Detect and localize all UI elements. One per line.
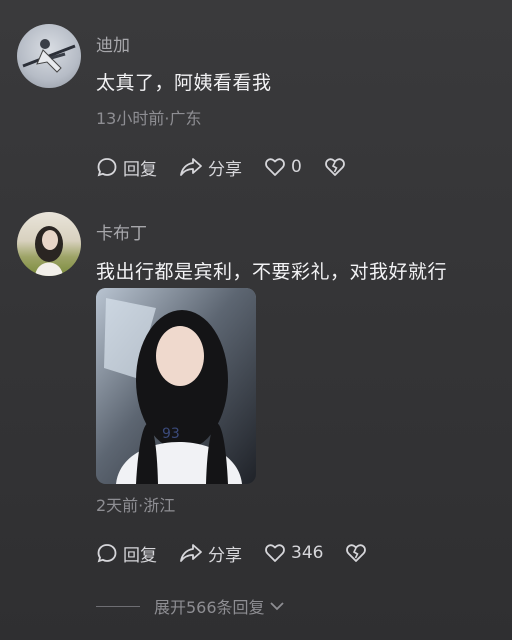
share-label: 分享 [208, 545, 242, 566]
share-button[interactable]: 分享 [179, 155, 242, 180]
comment-actions: 回复 分享 0 [96, 153, 373, 181]
reply-bubble-icon [97, 158, 117, 177]
like-button[interactable]: 346 [264, 542, 323, 564]
reply-label: 回复 [123, 545, 157, 566]
expand-replies-label: 展开566条回复 [154, 598, 265, 617]
comment-text: 太真了，阿姨看看我 [96, 72, 272, 94]
comment-text: 我出行都是宾利，不要彩礼，对我好就行 [96, 261, 448, 283]
comment-photo[interactable]: 93 [96, 288, 256, 484]
reply-bubble-icon [97, 544, 117, 563]
comment-meta: 2天前·浙江 [96, 496, 176, 515]
comment-meta: 13小时前·广东 [96, 109, 202, 128]
divider [96, 605, 140, 607]
share-button[interactable]: 分享 [179, 541, 242, 566]
username[interactable]: 卡布丁 [96, 219, 147, 244]
dislike-button[interactable] [345, 542, 372, 564]
svg-text:93: 93 [162, 426, 180, 442]
comment-actions: 回复 分享 346 [96, 539, 394, 567]
avatar[interactable] [17, 212, 81, 276]
heart-icon [265, 544, 285, 562]
broken-heart-icon [346, 544, 367, 562]
like-count: 346 [291, 543, 324, 563]
reply-button[interactable]: 回复 [96, 541, 157, 566]
like-count: 0 [291, 157, 302, 177]
reply-label: 回复 [123, 159, 157, 180]
share-label: 分享 [208, 159, 242, 180]
username[interactable]: 迪加 [96, 31, 130, 56]
share-arrow-icon [180, 544, 202, 562]
expand-replies-button[interactable]: 展开566条回复 [96, 594, 286, 618]
chevron-down-icon [269, 602, 284, 611]
broken-heart-icon [324, 158, 345, 176]
heart-icon [265, 158, 285, 176]
dislike-button[interactable] [324, 156, 351, 178]
reply-button[interactable]: 回复 [96, 155, 157, 180]
avatar[interactable] [17, 24, 81, 88]
like-button[interactable]: 0 [264, 156, 302, 178]
share-arrow-icon [180, 158, 202, 176]
